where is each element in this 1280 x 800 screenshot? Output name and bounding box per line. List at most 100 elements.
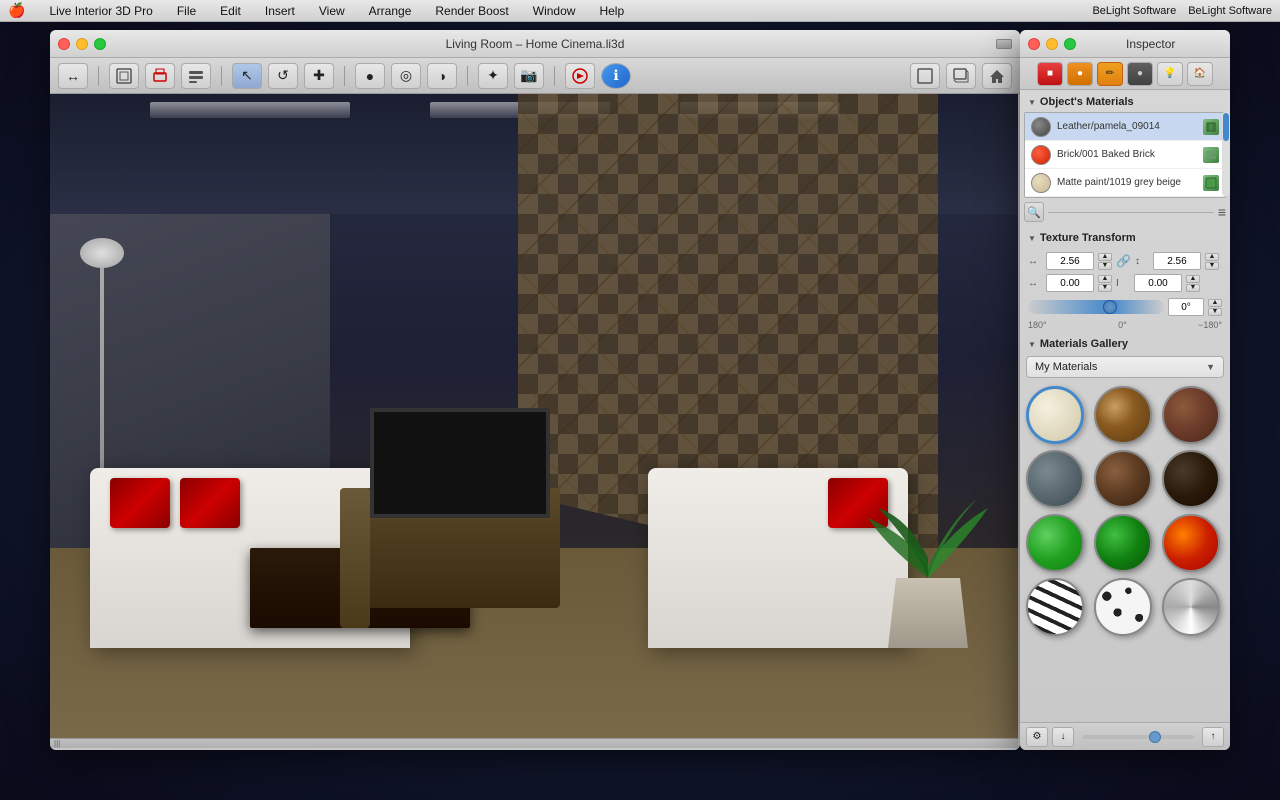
maximize-button[interactable] bbox=[94, 38, 106, 50]
material-item-brick[interactable]: Brick/001 Baked Brick bbox=[1025, 141, 1225, 169]
gallery-item-zebra[interactable] bbox=[1026, 578, 1084, 636]
toolbar-sep3 bbox=[344, 66, 345, 86]
offset-y-up[interactable]: ▲ bbox=[1186, 275, 1200, 283]
material-item-matte[interactable]: Matte paint/1019 grey beige bbox=[1025, 169, 1225, 197]
inspector-title: Inspector bbox=[1126, 37, 1175, 51]
gallery-item-brick[interactable] bbox=[1162, 386, 1220, 444]
angle-up[interactable]: ▲ bbox=[1208, 299, 1222, 307]
apple-menu[interactable]: 🍎 bbox=[8, 2, 25, 19]
materials-scroll-thumb bbox=[1223, 113, 1229, 141]
size-slider[interactable] bbox=[1082, 735, 1194, 739]
menu-render[interactable]: Render Boost bbox=[431, 4, 512, 18]
offset-x-up[interactable]: ▲ bbox=[1098, 275, 1112, 283]
tab-orange[interactable]: ● bbox=[1067, 62, 1093, 86]
star-btn[interactable]: ✦ bbox=[478, 63, 508, 89]
menu-arrange[interactable]: Arrange bbox=[365, 4, 416, 18]
info-btn[interactable]: ℹ bbox=[601, 63, 631, 89]
materials-gallery-header: Materials Gallery bbox=[1020, 332, 1230, 354]
sphere-btn[interactable]: ● bbox=[355, 63, 385, 89]
inspector-controls bbox=[1028, 38, 1076, 50]
material-item-leather[interactable]: Leather/pamela_09014 bbox=[1025, 113, 1225, 141]
tab-pencil[interactable]: ✏ bbox=[1097, 62, 1123, 86]
scale-y-stepper: ▲ ▼ bbox=[1205, 253, 1219, 270]
tab-red[interactable]: ■ bbox=[1037, 62, 1063, 86]
texture-transform-header: Texture Transform bbox=[1020, 226, 1230, 248]
window-resize-btn[interactable] bbox=[996, 39, 1012, 49]
gallery-item-stone[interactable] bbox=[1026, 450, 1084, 508]
half-circle-btn[interactable]: ◑ bbox=[427, 63, 457, 89]
tab-bulb[interactable]: 💡 bbox=[1157, 62, 1183, 86]
tv-screen bbox=[370, 408, 550, 518]
window-titlebar: Living Room – Home Cinema.li3d bbox=[50, 30, 1020, 58]
gallery-item-spots[interactable] bbox=[1094, 578, 1152, 636]
scale-x-input[interactable] bbox=[1046, 252, 1094, 270]
viewport-scene[interactable] bbox=[50, 94, 1018, 748]
list-btn[interactable] bbox=[181, 63, 211, 89]
search-icon-btn[interactable]: 🔍 bbox=[1024, 202, 1044, 222]
export-btn[interactable]: ↑ bbox=[1202, 727, 1224, 747]
menu-window[interactable]: Window bbox=[529, 4, 580, 18]
gallery-item-brown[interactable] bbox=[1094, 450, 1152, 508]
import-btn[interactable]: ↓ bbox=[1052, 727, 1074, 747]
scale-x-up[interactable]: ▲ bbox=[1098, 253, 1112, 261]
rotate-btn[interactable]: ↺ bbox=[268, 63, 298, 89]
more-options-btn[interactable]: ≡ bbox=[1218, 204, 1226, 220]
select-btn[interactable]: ↖ bbox=[232, 63, 262, 89]
gallery-item-dark[interactable] bbox=[1162, 450, 1220, 508]
gallery-dropdown[interactable]: My Materials ▼ bbox=[1026, 356, 1224, 378]
viewport-scrollbar[interactable]: ||| bbox=[50, 738, 1018, 748]
render-btn[interactable] bbox=[565, 63, 595, 89]
link-icon[interactable]: 🔗 bbox=[1116, 254, 1131, 268]
floor-plan-btn[interactable] bbox=[109, 63, 139, 89]
angle-slider[interactable] bbox=[1028, 300, 1164, 314]
3d-view-btn[interactable] bbox=[946, 63, 976, 89]
menu-view[interactable]: View bbox=[315, 4, 349, 18]
minimize-button[interactable] bbox=[76, 38, 88, 50]
menu-file[interactable]: File bbox=[173, 4, 200, 18]
material-swatch-matte bbox=[1031, 173, 1051, 193]
objects-materials-label: Object's Materials bbox=[1040, 96, 1134, 108]
offset-y-input[interactable] bbox=[1134, 274, 1182, 292]
home-btn[interactable] bbox=[982, 63, 1012, 89]
gallery-item-wood[interactable] bbox=[1094, 386, 1152, 444]
gallery-item-green2[interactable] bbox=[1094, 514, 1152, 572]
camera-btn[interactable]: 📷 bbox=[514, 63, 544, 89]
window-title: Living Room – Home Cinema.li3d bbox=[446, 37, 625, 51]
circle-btn[interactable]: ◎ bbox=[391, 63, 421, 89]
gallery-grid bbox=[1020, 380, 1230, 642]
close-button[interactable] bbox=[58, 38, 70, 50]
angle-down[interactable]: ▼ bbox=[1208, 308, 1222, 316]
divider bbox=[1048, 212, 1214, 213]
material-swatch-leather bbox=[1031, 117, 1051, 137]
menu-app[interactable]: Live Interior 3D Pro bbox=[45, 4, 156, 18]
move-btn[interactable]: ✚ bbox=[304, 63, 334, 89]
gallery-item-fire[interactable] bbox=[1162, 514, 1220, 572]
materials-scrollbar[interactable] bbox=[1222, 112, 1230, 196]
menu-help[interactable]: Help bbox=[595, 4, 628, 18]
gallery-item-cream[interactable] bbox=[1026, 386, 1084, 444]
nav-back-forward-btn[interactable]: ↔ bbox=[58, 63, 88, 89]
print-btn[interactable] bbox=[145, 63, 175, 89]
scale-y-input[interactable] bbox=[1153, 252, 1201, 270]
scale-y-up[interactable]: ▲ bbox=[1205, 253, 1219, 261]
scale-x-down[interactable]: ▼ bbox=[1098, 262, 1112, 270]
offset-y-down[interactable]: ▼ bbox=[1186, 284, 1200, 292]
gear-btn[interactable]: ⚙ bbox=[1026, 727, 1048, 747]
menu-edit[interactable]: Edit bbox=[216, 4, 245, 18]
search-bar: 🔍 ≡ bbox=[1024, 202, 1226, 222]
scale-y-down[interactable]: ▼ bbox=[1205, 262, 1219, 270]
menu-insert[interactable]: Insert bbox=[261, 4, 299, 18]
tab-sphere[interactable]: ● bbox=[1127, 62, 1153, 86]
toolbar-sep1 bbox=[98, 66, 99, 86]
tv-unit bbox=[360, 488, 560, 608]
gallery-item-chrome[interactable] bbox=[1162, 578, 1220, 636]
offset-x-down[interactable]: ▼ bbox=[1098, 284, 1112, 292]
2d-view-btn[interactable] bbox=[910, 63, 940, 89]
offset-x-input[interactable] bbox=[1046, 274, 1094, 292]
inspector-minimize-btn[interactable] bbox=[1046, 38, 1058, 50]
gallery-item-green[interactable] bbox=[1026, 514, 1084, 572]
inspector-close-btn[interactable] bbox=[1028, 38, 1040, 50]
tab-house[interactable]: 🏠 bbox=[1187, 62, 1213, 86]
inspector-maximize-btn[interactable] bbox=[1064, 38, 1076, 50]
angle-input[interactable] bbox=[1168, 298, 1204, 316]
